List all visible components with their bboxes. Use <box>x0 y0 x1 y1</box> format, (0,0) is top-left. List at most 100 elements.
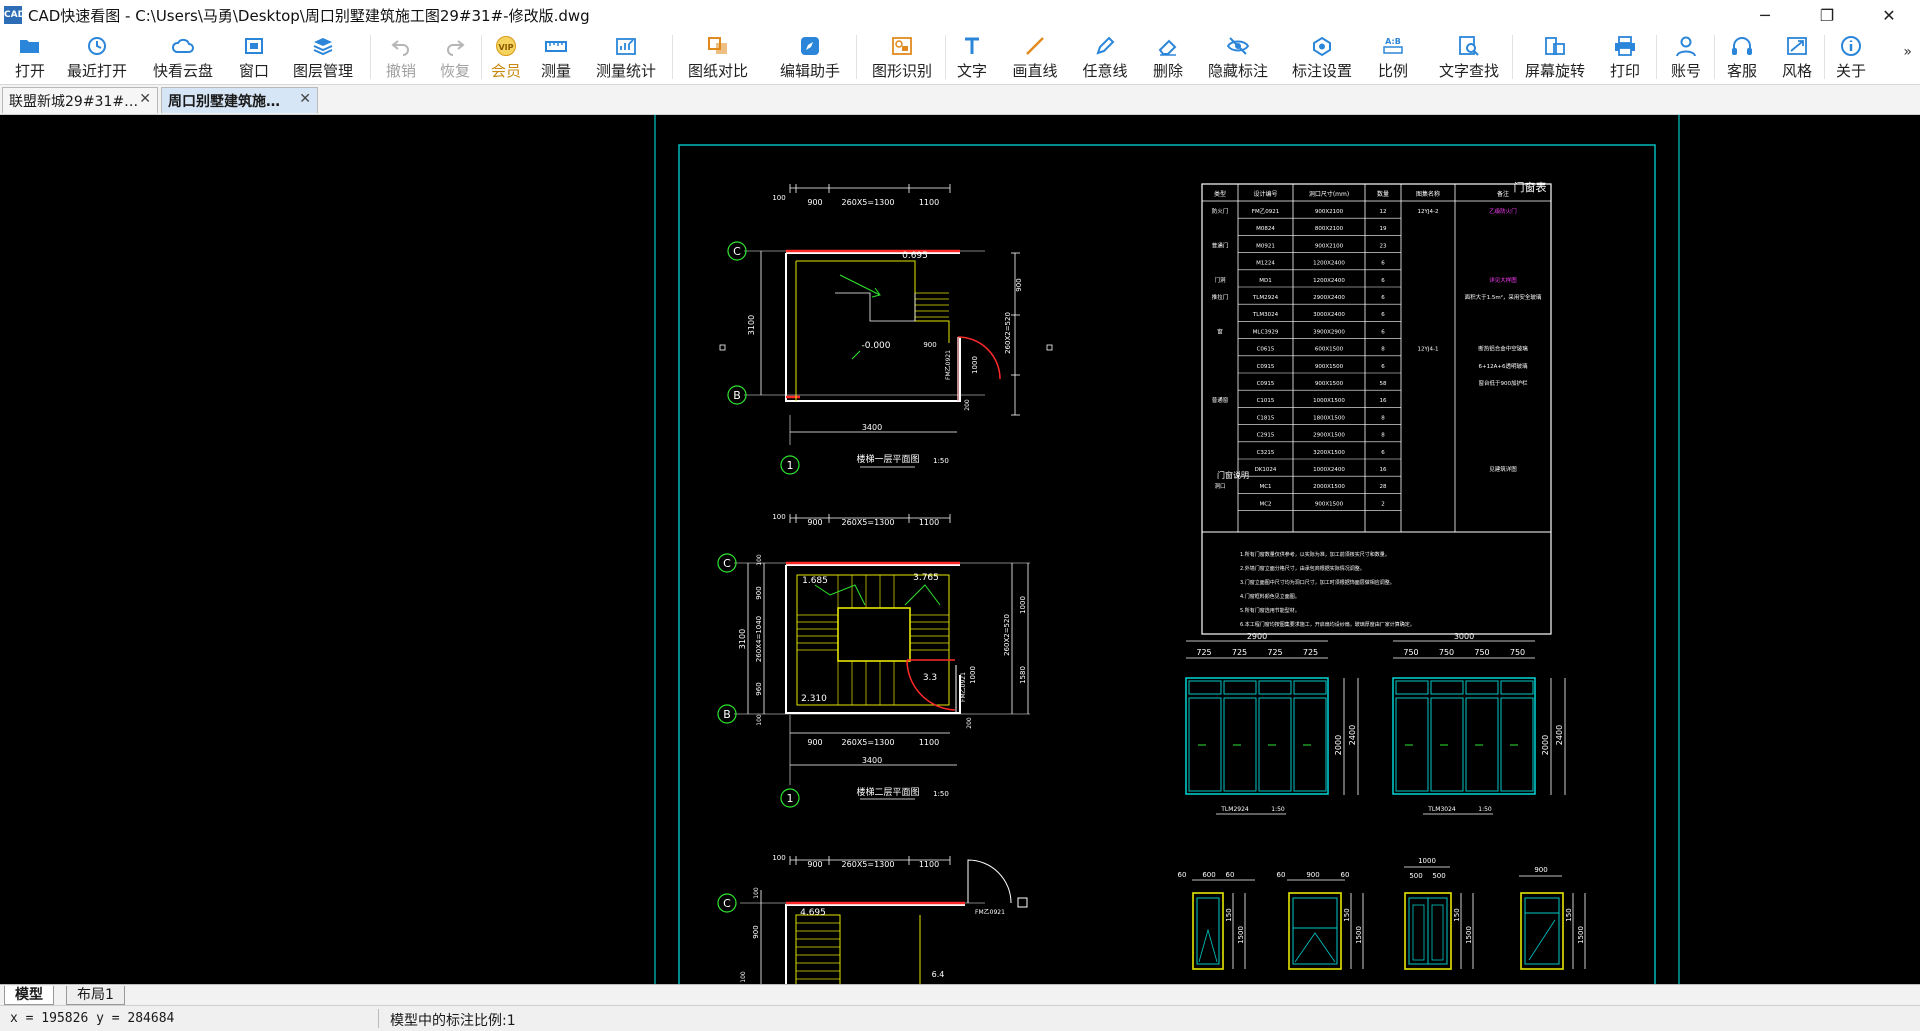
dim-text: 260X2=520 <box>1004 312 1012 354</box>
toolbar-separator <box>480 35 482 79</box>
toolbar-item-ruler[interactable]: 测量 <box>536 30 576 80</box>
dim-text: 60 <box>1277 871 1286 879</box>
table-cell: 6 <box>1381 450 1385 456</box>
dim-text: 260X5=1300 <box>842 518 895 527</box>
toolbar-item-label: 图层管理 <box>292 62 353 80</box>
toolbar-item-layers[interactable]: 图层管理 <box>287 30 359 80</box>
main-toolbar: » 打开 最近打开 快看云盘 窗口 图层管理 撤销 恢复 VIP 会员 测量 测量统计 图纸对比 编辑助… <box>0 30 1920 85</box>
dim-text: 900 <box>807 860 822 869</box>
dim-text: 500 <box>1432 872 1445 880</box>
toolbar-item-text-search[interactable]: 文字查找 <box>1433 30 1505 80</box>
layout-tab-model[interactable]: 模型 <box>4 986 54 1005</box>
doc-tab-lianmeng[interactable]: 联盟新城29#31#… ✕ <box>2 87 158 113</box>
table-cell: 乙级防火门 <box>1489 207 1517 215</box>
table-cell: 2 <box>1381 501 1385 507</box>
table-cell: 900X1500 <box>1315 501 1344 507</box>
line-icon <box>1022 35 1048 57</box>
toolbar-item-undo[interactable]: 撤销 <box>381 30 421 80</box>
toolbar-item-cloud[interactable]: 快看云盘 <box>147 30 219 80</box>
toolbar-item-eye-hide[interactable]: 隐藏标注 <box>1202 30 1274 80</box>
toolbar-item-folder-open[interactable]: 打开 <box>10 30 50 80</box>
table-cell: 门洞 <box>1214 276 1226 284</box>
toolbar-separator <box>856 35 857 79</box>
window-controls: ─ ❐ ✕ <box>1734 0 1920 30</box>
plan3-stair-outline <box>795 914 841 984</box>
toolbar-item-label: 关于 <box>1835 62 1866 80</box>
close-tab-icon[interactable]: ✕ <box>299 91 311 107</box>
restore-button[interactable]: ❐ <box>1796 0 1858 30</box>
toolbar-item-measure-stats[interactable]: 测量统计 <box>590 30 662 80</box>
toolbar-item-style[interactable]: 风格 <box>1777 30 1817 80</box>
plan-scale: 1:50 <box>933 790 949 798</box>
table-cell: 面积大于1.5m²，采用安全玻璃 <box>1465 293 1542 301</box>
table-header-cell: 备注 <box>1497 190 1509 198</box>
toolbar-item-label: 屏幕旋转 <box>1524 62 1585 80</box>
close-window-button[interactable]: ✕ <box>1858 0 1920 30</box>
toolbar-item-eraser[interactable]: 删除 <box>1148 30 1188 80</box>
cloud-icon <box>170 35 196 57</box>
table-cell: MLC3929 <box>1253 329 1279 335</box>
table-cell: C0615 <box>1257 347 1275 353</box>
annotation-settings-icon <box>1309 35 1335 57</box>
layout-tab-layout1[interactable]: 布局1 <box>66 986 125 1005</box>
toolbar-item-headset[interactable]: 客服 <box>1722 30 1762 80</box>
elevation-label: TLM2924 <box>1220 806 1249 813</box>
toolbar-item-clock-history[interactable]: 最近打开 <box>61 30 133 80</box>
table-cell: C3215 <box>1257 450 1275 456</box>
cad-drawing-canvas[interactable]: 100 900 260X5=1300 1100 C B 3100 0.695 -0.000 900… <box>0 115 1920 984</box>
dim-text: 260X5=1300 <box>842 860 895 869</box>
dim-text: 900 <box>1015 278 1023 291</box>
table-cell: 900X2100 <box>1315 209 1344 215</box>
toolbar-item-info[interactable]: 关于 <box>1831 30 1871 80</box>
axis-label: C <box>733 245 741 258</box>
doc-tab-zhoukou[interactable]: 周口别墅建筑施… ✕ <box>161 87 318 113</box>
table-cell: 800X2100 <box>1315 226 1344 232</box>
toolbar-item-label: 编辑助手 <box>779 62 840 80</box>
toolbar-item-annotation-settings[interactable]: 标注设置 <box>1286 30 1358 80</box>
toolbar-item-edit-assistant[interactable]: 编辑助手 <box>774 30 846 80</box>
toolbar-item-scale-ratio[interactable]: A:B 比例 <box>1373 30 1413 80</box>
toolbar-item-printer[interactable]: 打印 <box>1605 30 1645 80</box>
table-cell: 见建筑详图 <box>1489 465 1517 473</box>
toolbar-item-compare[interactable]: 图纸对比 <box>682 30 754 80</box>
toolbar-item-user[interactable]: 账号 <box>1666 30 1706 80</box>
minimize-button[interactable]: ─ <box>1734 0 1796 30</box>
document-tab-bar: 联盟新城29#31#… ✕ 周口别墅建筑施… ✕ <box>0 85 1920 115</box>
toolbar-item-shape-recognition[interactable]: 图形识别 <box>866 30 938 80</box>
axis-label: B <box>723 708 731 721</box>
toolbar-item-label: 最近打开 <box>66 62 127 80</box>
note-line: 2.外墙门窗立面分格尺寸，由承包商根据实际情况调整。 <box>1240 565 1365 572</box>
toolbar-item-window[interactable]: 窗口 <box>234 30 274 80</box>
toolbar-item-line[interactable]: 画直线 <box>1007 30 1063 80</box>
toolbar-item-label: 账号 <box>1670 62 1701 80</box>
svg-text:VIP: VIP <box>498 43 513 52</box>
toolbar-item-pencil[interactable]: 任意线 <box>1077 30 1133 80</box>
door-transom <box>1395 680 1429 695</box>
close-tab-icon[interactable]: ✕ <box>139 91 151 107</box>
window-title: CAD快速看图 - C:\Users\马勇\Desktop\周口别墅建筑施工图2… <box>28 6 590 25</box>
table-cell: 8 <box>1381 433 1385 439</box>
table-cell: 6 <box>1381 364 1385 370</box>
user-icon <box>1673 35 1699 57</box>
window-icon <box>241 35 267 57</box>
toolbar-item-label: 隐藏标注 <box>1207 62 1268 80</box>
toolbar-item-vip[interactable]: VIP 会员 <box>486 30 526 80</box>
dim-text: 750 <box>1474 648 1489 657</box>
table-header-cell: 洞口尺寸(mm) <box>1309 190 1349 198</box>
door-transom <box>1293 680 1327 695</box>
toolbar-item-text[interactable]: 文字 <box>952 30 992 80</box>
dim-text: 3100 <box>738 629 747 649</box>
table-cell: 洞口 <box>1214 482 1225 490</box>
dim-text: 1100 <box>919 518 939 527</box>
plan1-stair-outline <box>795 260 950 401</box>
table-cell: 900X2100 <box>1315 243 1344 249</box>
dim-text: 900 <box>807 198 822 207</box>
table-cell: M1224 <box>1256 261 1275 267</box>
toolbar-item-rotate-screen[interactable]: 屏幕旋转 <box>1519 30 1591 80</box>
table-cell: 28 <box>1380 484 1387 490</box>
plan-scale: 1:50 <box>933 457 949 465</box>
table-cell: FM乙0921 <box>1252 208 1279 215</box>
elevation-text: 3.765 <box>913 573 939 583</box>
toolbar-more-button[interactable]: » <box>1903 44 1912 60</box>
toolbar-item-redo[interactable]: 恢复 <box>435 30 475 80</box>
